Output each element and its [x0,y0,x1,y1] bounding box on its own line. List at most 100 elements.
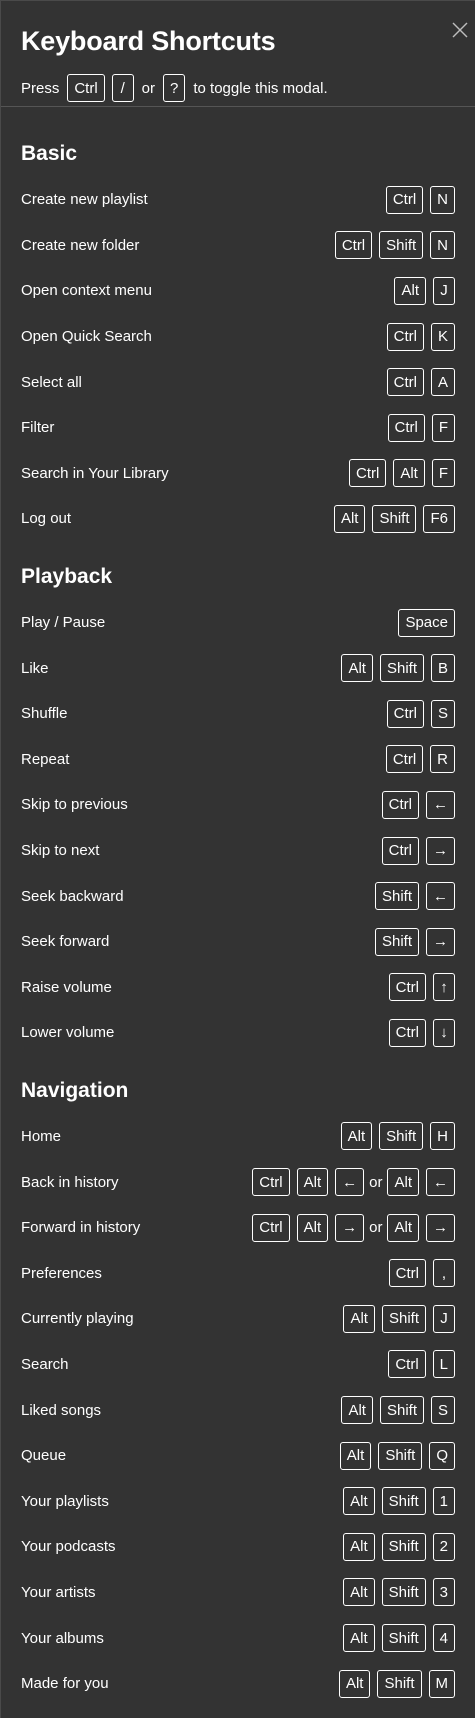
key-cap: Ctrl [252,1168,290,1197]
key-cap: Ctrl [388,1018,426,1047]
key-cap: Alt [341,1396,373,1425]
shortcut-list: Play / Pause Space Like Alt Shift B Shuffle Ctr… [21,600,455,1056]
close-button[interactable] [449,19,471,41]
key-cap: Ctrl [381,836,419,865]
key-cap: Alt [296,1168,329,1197]
shortcut-label: Skip to next [21,842,100,860]
shortcut-keys: Shift → [374,927,455,956]
key-cap: Alt [343,1487,375,1516]
shortcut-label: Preferences [21,1264,102,1282]
key-cap: L [432,1350,455,1379]
shortcut-keys: Alt Shift J [343,1304,455,1333]
shortcut-row: Liked songs Alt Shift S [21,1387,455,1433]
shortcut-keys: Ctrl Alt F [348,459,455,488]
shortcut-keys: Alt Shift B [341,654,455,683]
shortcut-row: Like Alt Shift B [21,645,455,691]
shortcut-keys: Alt Shift 3 [343,1578,455,1607]
key-cap: M [428,1669,455,1698]
toggle-or-text: or [141,79,156,97]
shortcut-row: Skip to previous Ctrl ← [21,782,455,828]
key-cap: Shift [374,882,419,911]
key-cap: Alt [343,1624,375,1653]
shortcut-label: Shuffle [21,705,68,723]
section-title: Basic [21,142,78,165]
shortcut-label: Seek backward [21,887,124,905]
shortcut-list: Create new playlist Ctrl N Create new folde… [21,177,455,542]
key-cap: Alt [343,1532,375,1561]
key-cap: Shift [379,231,424,260]
key-cap: 1 [432,1487,455,1516]
key-cap: Ctrl [381,790,419,819]
shortcut-label: Select all [21,373,82,391]
shortcut-row: Search Ctrl L [21,1342,455,1388]
shortcut-label: Open Quick Search [21,328,152,346]
shortcut-keys: Alt Shift 2 [343,1532,455,1561]
shortcut-keys: Alt Shift M [338,1669,455,1698]
keyboard-shortcuts-modal: Keyboard Shortcuts Press Ctrl / or ? to … [0,0,475,1718]
shortcut-label: Repeat [21,750,70,768]
toggle-press-text: Press [21,79,60,97]
key-cap: Alt [341,654,373,683]
key-cap: R [430,745,455,774]
key-cap: ↑ [433,973,455,1002]
key-cap: Shift [381,1578,426,1607]
key-cap: Ctrl [348,459,387,488]
key-cap: ← [335,1168,365,1197]
modal-header: Keyboard Shortcuts Press Ctrl / or ? to … [1,1,475,107]
shortcut-row: Open Quick Search Ctrl K [21,314,455,360]
key-cap: Shift [379,654,424,683]
shortcut-row: Your artists Alt Shift 3 [21,1570,455,1616]
shortcut-label: Search [21,1355,69,1373]
key-cap: F [431,459,455,488]
key-cap: Ctrl [385,745,424,774]
shortcut-keys: Ctrl N [385,185,455,214]
key-cap: Shift [378,1441,423,1470]
shortcut-row: Create new folder Ctrl Shift N [21,223,455,269]
key-cap: A [430,368,455,397]
toggle-hint: Press Ctrl / or ? to toggle this modal. [21,73,455,103]
shortcut-sections: Basic Create new playlist Ctrl N Create new … [1,135,475,1706]
key-cap: B [430,654,455,683]
key-cap: , [433,1259,455,1288]
key-cap: Shift [377,1669,422,1698]
shortcut-row: Seek forward Shift → [21,919,455,965]
key-cap: Ctrl [386,699,424,728]
shortcut-label: Like [21,659,49,677]
shortcut-row: Back in history Ctrl Alt ← or Alt ← [21,1159,455,1205]
key-cap: S [430,1396,455,1425]
shortcut-keys: Ctrl F [387,413,455,442]
shortcut-label: Play / Pause [21,614,106,632]
key-cap: Alt [387,1168,419,1197]
shortcut-keys: Ctrl K [386,322,455,351]
shortcut-keys: Shift ← [374,882,455,911]
key-cap: Shift [372,504,417,533]
shortcut-row: Seek backward Shift ← [21,873,455,919]
key-cap: ↓ [433,1018,455,1047]
shortcut-row: Shuffle Ctrl S [21,691,455,737]
key-cap: ← [426,882,455,911]
shortcut-keys: Ctrl S [386,699,455,728]
key-cap: Alt [394,276,426,305]
section-playback: Playback Play / Pause Space Like Alt Shift B Sh… [1,558,475,1056]
key-cap: Shift [381,1532,426,1561]
shortcut-row: Your playlists Alt Shift 1 [21,1478,455,1524]
key-cap: 3 [432,1578,455,1607]
shortcut-row: Lower volume Ctrl ↓ [21,1010,455,1056]
shortcut-label: Home [21,1127,62,1145]
shortcut-row: Log out Alt Shift F6 [21,496,455,542]
shortcut-row: Currently playing Alt Shift J [21,1296,455,1342]
key-cap: F6 [423,504,455,533]
key-cap: Shift [381,1624,426,1653]
shortcut-label: Currently playing [21,1310,134,1328]
shortcut-label: Your podcasts [21,1538,116,1556]
shortcut-label: Open context menu [21,282,152,300]
shortcut-label: Forward in history [21,1219,141,1237]
section-title: Playback [21,564,113,588]
key-slash: / [111,74,134,102]
key-cap: N [430,185,455,214]
key-cap: → [335,1213,365,1242]
shortcut-row: Select all Ctrl A [21,359,455,405]
shortcut-row: Create new playlist Ctrl N [21,177,455,223]
key-cap: Ctrl [388,1350,426,1379]
key-cap: Shift [381,1304,426,1333]
